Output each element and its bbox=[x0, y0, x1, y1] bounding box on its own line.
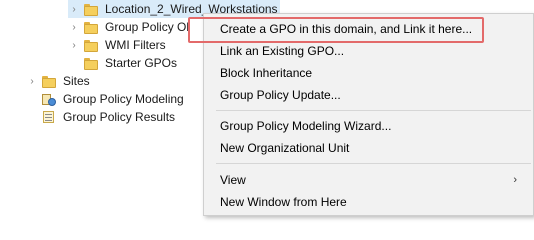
tree-item-label: Group Policy Results bbox=[63, 109, 176, 124]
gp-modeling-icon bbox=[41, 91, 57, 107]
tree-item-label: Sites bbox=[63, 73, 90, 88]
tree-item-label: Group Policy Ol bbox=[105, 19, 190, 34]
tree-item-wmi-filters[interactable]: › WMI Filters bbox=[68, 36, 168, 54]
tree-item-label: Starter GPOs bbox=[105, 55, 178, 70]
menu-item-create-gpo-and-link[interactable]: Create a GPO in this domain, and Link it… bbox=[204, 18, 533, 40]
menu-item-group-policy-modeling-wizard[interactable]: Group Policy Modeling Wizard... bbox=[204, 115, 533, 137]
chevron-right-icon[interactable]: › bbox=[68, 39, 80, 51]
no-expander bbox=[26, 93, 38, 105]
menu-item-view[interactable]: View › bbox=[204, 169, 533, 191]
folder-icon bbox=[83, 1, 99, 17]
tree-item-group-policy-results[interactable]: Group Policy Results bbox=[26, 108, 177, 126]
menu-item-link-existing-gpo[interactable]: Link an Existing GPO... bbox=[204, 40, 533, 62]
menu-item-block-inheritance[interactable]: Block Inheritance bbox=[204, 62, 533, 84]
no-expander bbox=[68, 57, 80, 69]
menu-item-new-organizational-unit[interactable]: New Organizational Unit bbox=[204, 137, 533, 159]
menu-item-label: Group Policy Modeling Wizard... bbox=[220, 119, 392, 133]
chevron-right-icon[interactable]: › bbox=[68, 21, 80, 33]
context-menu: Create a GPO in this domain, and Link it… bbox=[203, 13, 534, 216]
menu-item-label: Group Policy Update... bbox=[220, 88, 341, 102]
no-expander bbox=[26, 111, 38, 123]
gpo-folder-icon bbox=[83, 19, 99, 35]
menu-item-label: Block Inheritance bbox=[220, 66, 313, 80]
folder-icon bbox=[83, 37, 99, 53]
menu-item-label: Link an Existing GPO... bbox=[220, 44, 345, 58]
menu-item-group-policy-update[interactable]: Group Policy Update... bbox=[204, 84, 533, 106]
folder-icon bbox=[41, 73, 57, 89]
tree-item-starter-gpos[interactable]: Starter GPOs bbox=[68, 54, 179, 72]
menu-item-label: View bbox=[220, 173, 246, 187]
chevron-right-icon[interactable]: › bbox=[68, 3, 80, 15]
submenu-arrow-icon: › bbox=[513, 174, 517, 186]
tree-item-label: Group Policy Modeling bbox=[63, 91, 184, 106]
tree-item-sites[interactable]: › Sites bbox=[26, 72, 92, 90]
chevron-right-icon[interactable]: › bbox=[26, 75, 38, 87]
tree-item-group-policy-modeling[interactable]: Group Policy Modeling bbox=[26, 90, 186, 108]
menu-item-label: New Organizational Unit bbox=[220, 141, 350, 155]
menu-item-label: Create a GPO in this domain, and Link it… bbox=[220, 22, 473, 36]
menu-item-label: New Window from Here bbox=[220, 195, 347, 209]
menu-item-new-window-from-here[interactable]: New Window from Here bbox=[204, 191, 533, 213]
tree-item-group-policy-objects[interactable]: › Group Policy Ol bbox=[68, 18, 191, 36]
folder-icon bbox=[83, 55, 99, 71]
tree-item-label: WMI Filters bbox=[105, 37, 166, 52]
menu-separator bbox=[216, 163, 531, 164]
menu-separator bbox=[216, 110, 531, 111]
gp-results-icon bbox=[41, 109, 57, 125]
